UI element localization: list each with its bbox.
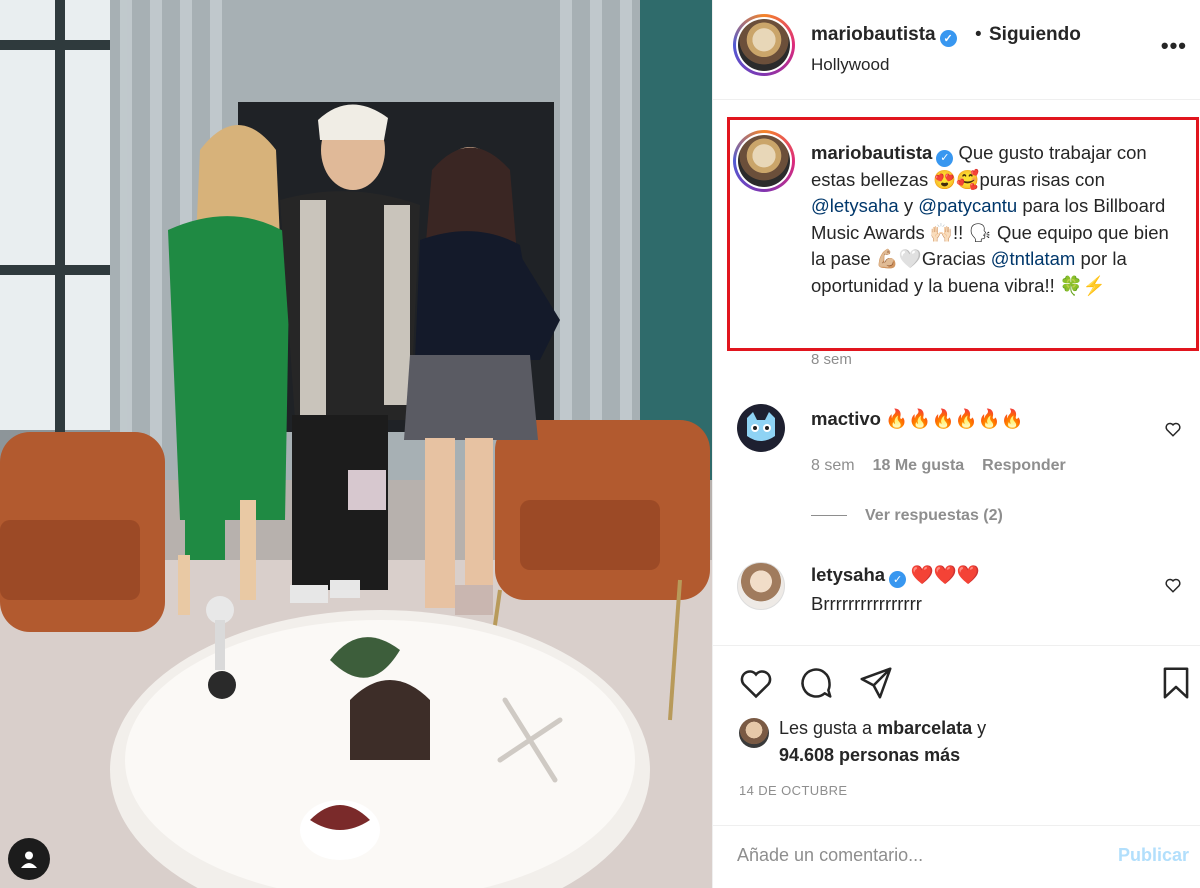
post-header: mariobautista ✓ • Siguiendo Hollywood ••• [713,0,1200,100]
comment-body: Brrrrrrrrrrrrrrrr [811,593,922,614]
comment-bubble-icon[interactable] [797,664,835,702]
mention-link[interactable]: @letysaha [811,195,899,216]
author-username[interactable]: mariobautista ✓ [811,24,957,47]
comment-composer: Publicar [713,825,1200,888]
tagged-users-button[interactable] [8,838,50,880]
replies-divider [811,515,847,517]
post-panel: mariobautista ✓ • Siguiendo Hollywood •••… [712,0,1200,888]
comment-avatar[interactable] [737,562,785,610]
author-avatar[interactable] [733,14,795,76]
caption-username[interactable]: mariobautista [811,142,932,163]
bookmark-icon[interactable] [1157,664,1195,702]
reply-button[interactable]: Responder [982,457,1066,474]
caption-segment: y [898,195,919,217]
liker-avatar[interactable] [739,718,769,748]
likes-suffix: y [972,718,987,738]
likes-prefix: Les gusta a [779,718,878,738]
comment-likes[interactable]: 18 Me gusta [873,457,965,474]
share-send-icon[interactable] [857,664,895,702]
verified-icon: ✓ [889,571,907,588]
verified-icon: ✓ [939,30,957,47]
comment-username[interactable]: mactivo [811,408,881,429]
user-icon [21,851,37,868]
comment-text: 🔥🔥🔥🔥🔥🔥 [885,408,1024,429]
likes-count[interactable]: 94.608 personas más [779,745,960,766]
mention-link[interactable]: @patycantu [918,195,1017,216]
comment-username[interactable]: letysaha [811,564,885,585]
heart-icon[interactable] [1164,420,1182,438]
action-bar: Les gusta a mbarcelata y 94.608 personas… [713,645,1200,825]
cat-logo-icon [747,412,775,441]
like-heart-icon[interactable] [737,664,775,702]
liker-username[interactable]: mbarcelata [877,718,972,738]
comment-input[interactable] [737,845,1097,866]
post-photo[interactable] [0,0,712,888]
comment-avatar[interactable] [737,404,785,452]
likes-summary: Les gusta a mbarcelata y [779,718,986,739]
publish-button[interactable]: Publicar [1118,845,1189,866]
mention-link[interactable]: @tntlatam [991,248,1076,269]
comment-text: ❤️❤️❤️ [910,564,980,585]
header-separator: • [975,24,982,45]
post-image [0,0,712,888]
caption-text: mariobautista ✓ Que gusto trabajar con es… [811,140,1179,299]
view-replies-button[interactable]: Ver respuestas (2) [865,507,1003,524]
comment-timestamp: 8 sem [811,457,855,474]
author-username-text[interactable]: mariobautista [811,24,936,45]
follow-button[interactable]: Siguiendo [989,24,1081,46]
more-options-icon[interactable]: ••• [1161,35,1187,57]
heart-icon[interactable] [1164,576,1182,594]
post-date[interactable]: 14 DE OCTUBRE [739,783,848,798]
verified-icon: ✓ [936,149,954,167]
location-link[interactable]: Hollywood [811,55,889,75]
caption-avatar[interactable] [733,130,795,192]
caption-timestamp: 8 sem [811,351,852,368]
